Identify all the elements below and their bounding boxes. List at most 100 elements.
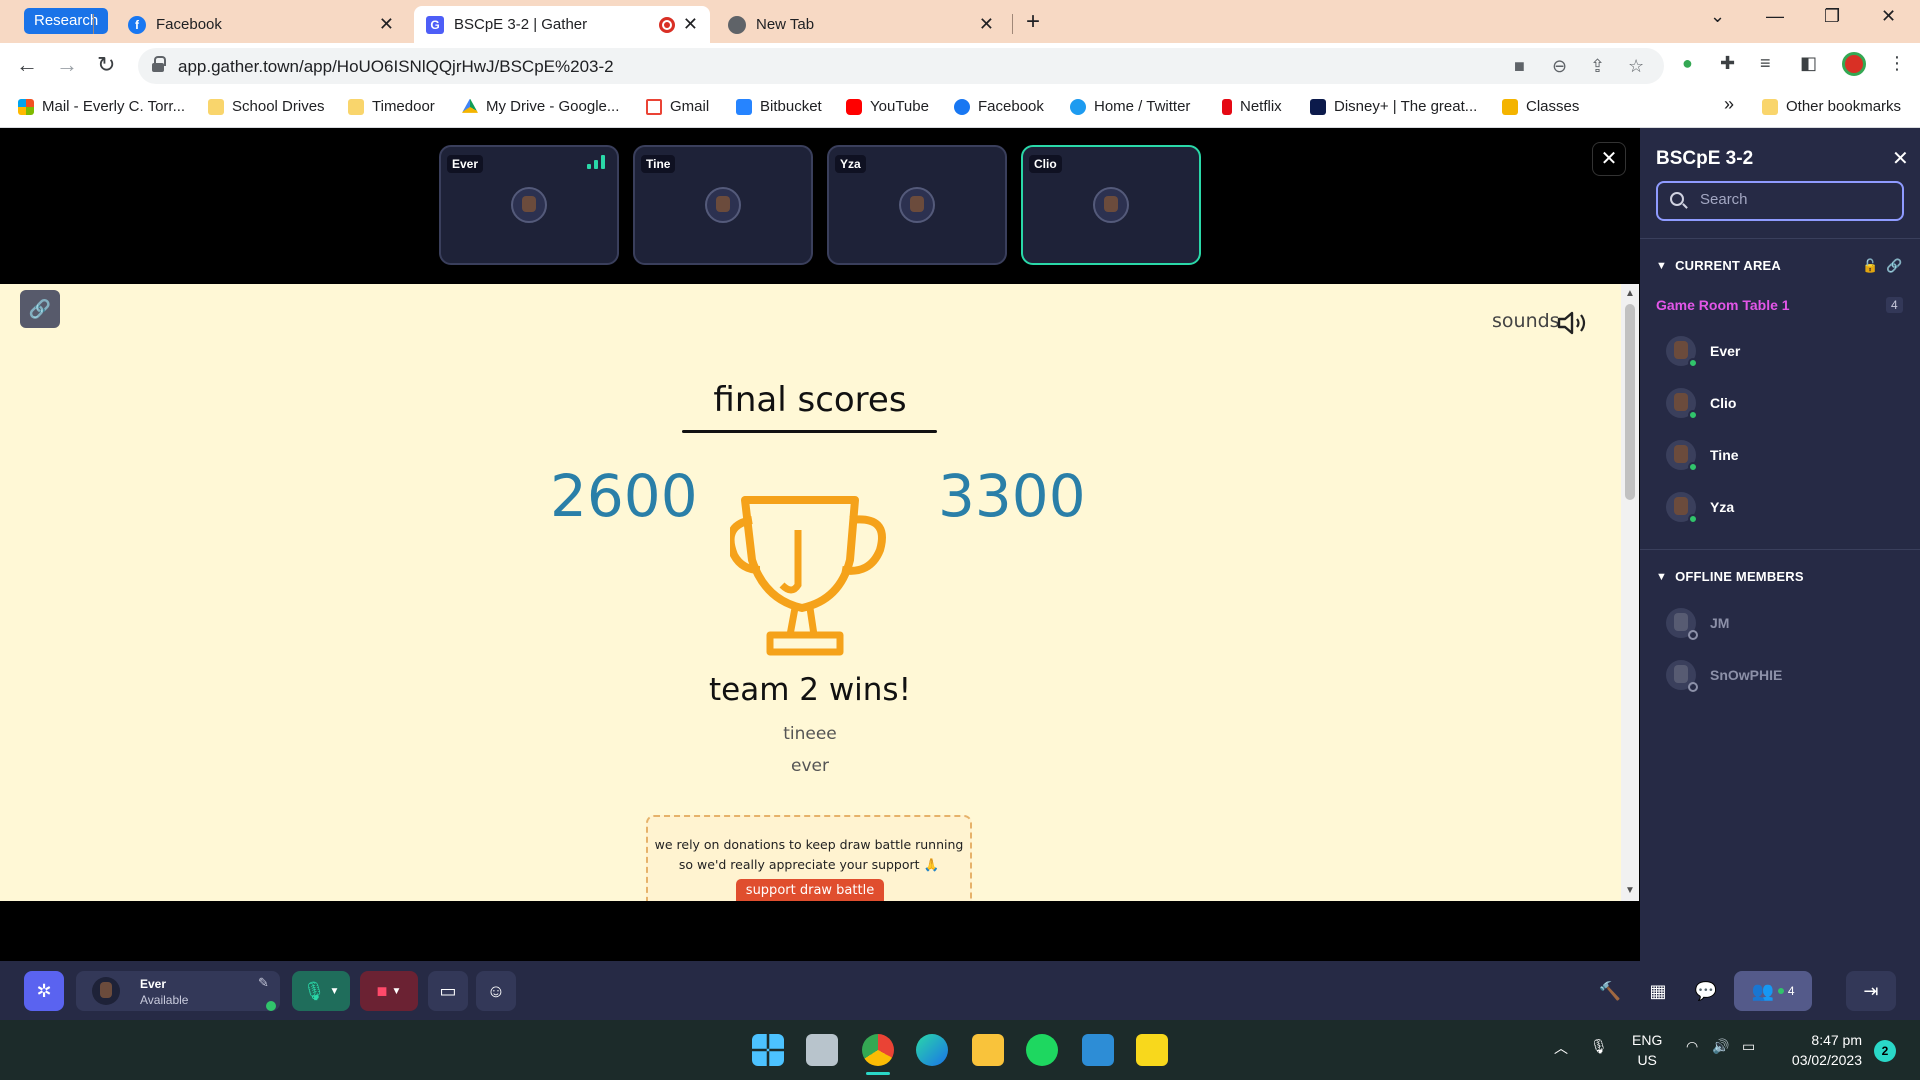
emote-button[interactable]: ☺: [476, 971, 516, 1011]
file-explorer-icon[interactable]: [972, 1034, 1004, 1066]
participant-clio[interactable]: Clio: [1666, 386, 1906, 420]
participant-snowphie[interactable]: SnOwPHIE: [1666, 658, 1906, 692]
forward-icon[interactable]: →: [56, 52, 78, 78]
speaker-icon[interactable]: [1556, 310, 1588, 336]
vscode-icon[interactable]: [1082, 1034, 1114, 1066]
game-scrollbar[interactable]: ▲ ▼: [1621, 284, 1639, 901]
bookmark-other[interactable]: Other bookmarks: [1762, 98, 1901, 115]
lock-icon[interactable]: [152, 56, 166, 72]
close-video-strip-button[interactable]: ✕: [1592, 142, 1626, 176]
task-view-icon[interactable]: [806, 1034, 838, 1066]
video-tile-yza[interactable]: Yza: [827, 145, 1007, 265]
show-hidden-icons-icon[interactable]: ︿: [1554, 1038, 1568, 1058]
chat-button[interactable]: 💬: [1686, 971, 1726, 1011]
wifi-icon[interactable]: ◠: [1686, 1038, 1698, 1055]
current-area-header[interactable]: ▼ CURRENT AREA: [1656, 258, 1781, 273]
share-icon[interactable]: ⇪: [1590, 56, 1605, 77]
windows-start-icon[interactable]: [752, 1034, 784, 1066]
sticky-notes-icon[interactable]: [1136, 1034, 1168, 1066]
close-tab-icon[interactable]: ✕: [379, 14, 394, 35]
bookmark-gmail[interactable]: Gmail: [646, 98, 709, 115]
my-profile-card[interactable]: Ever Available ✎: [76, 971, 280, 1011]
menu-icon[interactable]: ⋮: [1888, 53, 1906, 74]
system-clock[interactable]: 8:47 pm 03/02/2023: [1782, 1030, 1862, 1070]
tab-search-chevron-icon[interactable]: ⌄: [1710, 6, 1725, 27]
scroll-up-icon[interactable]: ▲: [1625, 288, 1635, 299]
participant-tine[interactable]: Tine: [1666, 438, 1906, 472]
notification-badge[interactable]: 2: [1874, 1040, 1896, 1062]
back-icon[interactable]: ←: [16, 52, 38, 78]
trophy-icon: [730, 496, 886, 656]
volume-icon[interactable]: 🔊: [1712, 1038, 1729, 1055]
bookmark-my-drive[interactable]: My Drive - Google...: [462, 98, 619, 115]
edit-pencil-icon[interactable]: ✎: [258, 975, 269, 991]
chrome-taskbar-icon[interactable]: [862, 1034, 894, 1066]
google-drive-icon: [462, 98, 478, 113]
video-tile-tine[interactable]: Tine: [633, 145, 813, 265]
language-indicator[interactable]: ENG US: [1632, 1030, 1662, 1070]
participant-ever[interactable]: Ever: [1666, 334, 1906, 368]
search-field[interactable]: [1656, 181, 1904, 221]
bookmark-bitbucket[interactable]: Bitbucket: [736, 98, 822, 115]
bookmark-timedoor[interactable]: Timedoor: [348, 98, 435, 115]
bookmark-star-icon[interactable]: ☆: [1628, 56, 1644, 77]
avatar: [1666, 660, 1698, 692]
new-tab-button[interactable]: +: [1026, 8, 1040, 36]
reload-icon[interactable]: ↻: [97, 52, 115, 78]
restore-icon[interactable]: ❐: [1824, 6, 1840, 27]
address-bar[interactable]: app.gather.town/app/HoUO6ISNlQQjrHwJ/BSC…: [138, 48, 1664, 84]
leave-button[interactable]: ⇥: [1846, 971, 1896, 1011]
research-tab-group[interactable]: Research: [24, 8, 109, 34]
calendar-button[interactable]: ▦: [1638, 971, 1678, 1011]
build-tool-button[interactable]: 🔨: [1590, 971, 1630, 1011]
gather-menu-button[interactable]: ✲: [24, 971, 64, 1011]
copy-link-button[interactable]: 🔗: [20, 290, 60, 328]
bookmark-facebook[interactable]: Facebook: [954, 98, 1044, 115]
microphone-tray-icon[interactable]: 🎙: [1590, 1038, 1608, 1055]
participants-button[interactable]: 👥 4: [1734, 971, 1812, 1011]
edge-icon[interactable]: [916, 1034, 948, 1066]
media-control-icon[interactable]: ≡: [1760, 53, 1771, 74]
grammarly-icon[interactable]: ●: [1682, 53, 1693, 74]
more-bookmarks-icon[interactable]: »: [1724, 94, 1734, 115]
microphone-button[interactable]: 🎙 ▼: [292, 971, 350, 1011]
participant-yza[interactable]: Yza: [1666, 490, 1906, 524]
screen-share-button[interactable]: ▭: [428, 971, 468, 1011]
bookmark-classes[interactable]: Classes: [1502, 98, 1579, 115]
tab-gather[interactable]: G BSCpE 3-2 | Gather ✕: [414, 6, 710, 43]
video-tile-ever[interactable]: Ever: [439, 145, 619, 265]
search-input[interactable]: [1700, 191, 1900, 208]
link-icon[interactable]: 🔗: [1886, 258, 1902, 274]
camera-icon[interactable]: ■: [1514, 56, 1525, 77]
close-tab-icon[interactable]: ✕: [683, 14, 698, 35]
bookmark-mail[interactable]: Mail - Everly C. Torr...: [18, 98, 185, 115]
url-text[interactable]: app.gather.town/app/HoUO6ISNlQQjrHwJ/BSC…: [178, 57, 614, 77]
participant-jm[interactable]: JM: [1666, 606, 1906, 640]
tab-facebook[interactable]: f Facebook ✕: [116, 6, 406, 43]
tab-separator: [93, 14, 94, 34]
gather-icon: G: [426, 15, 444, 34]
close-panel-icon[interactable]: ✕: [1892, 146, 1909, 171]
bookmark-disney[interactable]: Disney+ | The great...: [1310, 98, 1477, 115]
unlock-icon[interactable]: 🔓: [1862, 258, 1878, 274]
scrollbar-thumb[interactable]: [1625, 304, 1635, 500]
sounds-label[interactable]: sounds: [1492, 310, 1560, 332]
battery-icon[interactable]: ▭: [1742, 1038, 1755, 1055]
close-window-icon[interactable]: ✕: [1881, 6, 1896, 27]
scroll-down-icon[interactable]: ▼: [1625, 885, 1635, 896]
camera-button[interactable]: ■ ▼: [360, 971, 418, 1011]
bookmark-netflix[interactable]: Netflix: [1222, 98, 1282, 115]
offline-members-header[interactable]: ▼ OFFLINE MEMBERS: [1656, 569, 1804, 584]
side-panel-icon[interactable]: ◧: [1800, 53, 1817, 74]
bookmark-school-drives[interactable]: School Drives: [208, 98, 325, 115]
zoom-icon[interactable]: ⊖: [1552, 56, 1567, 77]
tab-new-tab[interactable]: New Tab ✕: [716, 6, 1006, 43]
close-tab-icon[interactable]: ✕: [979, 14, 994, 35]
bookmark-twitter[interactable]: Home / Twitter: [1070, 98, 1190, 115]
spotify-icon[interactable]: [1026, 1034, 1058, 1066]
extensions-icon[interactable]: ✚: [1720, 53, 1735, 74]
bookmark-youtube[interactable]: YouTube: [846, 98, 929, 115]
profile-avatar[interactable]: [1842, 52, 1866, 76]
minimize-icon[interactable]: —: [1766, 6, 1784, 27]
video-tile-clio[interactable]: Clio: [1021, 145, 1201, 265]
